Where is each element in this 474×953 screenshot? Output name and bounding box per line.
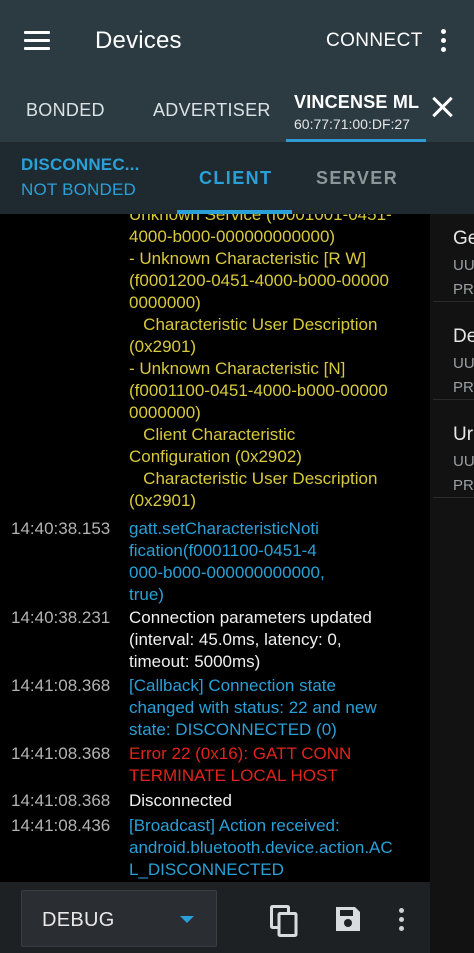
- dropdown-arrow-icon: [180, 916, 194, 923]
- log-message: [Callback] Connection state changed with…: [129, 676, 377, 739]
- list-item-title: Ur: [453, 424, 474, 445]
- log-level-select[interactable]: DEBUG: [21, 890, 217, 947]
- list-item-uuid: UU: [453, 355, 474, 372]
- hamburger-menu-icon[interactable]: [24, 31, 50, 51]
- log-message: gatt.setCharacteristicNoti fication(f000…: [129, 519, 325, 604]
- close-icon[interactable]: [430, 95, 454, 119]
- tab-device[interactable]: VINCENSE ML 60:77:71:00:DF:27: [286, 90, 436, 142]
- list-item-type: PR: [453, 379, 474, 396]
- save-icon[interactable]: [334, 905, 362, 933]
- log-panel[interactable]: Unknown Service (f0001001-0451- 4000-b00…: [0, 214, 430, 882]
- log-timestamp: 14:41:08.368: [11, 791, 111, 810]
- list-item[interactable]: Ge UU PR: [433, 214, 474, 302]
- log-toolbar: DEBUG: [0, 882, 430, 953]
- list-item-uuid: UU: [453, 257, 474, 274]
- device-name: VINCENSE ML: [294, 92, 420, 112]
- tab-bonded[interactable]: BONDED: [26, 100, 105, 121]
- log-timestamp: 14:41:08.436: [11, 816, 111, 835]
- log-message: Disconnected: [129, 791, 233, 810]
- list-item[interactable]: Ur UU PR: [433, 410, 474, 498]
- log-message: Connection parameters updated (interval:…: [129, 608, 372, 671]
- log-level-value: DEBUG: [42, 909, 115, 931]
- list-item-title: Ge: [453, 228, 474, 249]
- copy-icon[interactable]: [270, 905, 298, 937]
- log-timestamp: 14:40:38.153: [11, 519, 111, 538]
- list-item-uuid: UU: [453, 453, 474, 470]
- list-item-title: De: [453, 326, 474, 347]
- device-tabs: BONDED ADVERTISER VINCENSE ML 60:77:71:0…: [0, 82, 474, 142]
- log-timestamp: 14:41:08.368: [11, 744, 111, 763]
- app-bar: Devices CONNECT: [0, 0, 474, 82]
- page-title: Devices: [95, 27, 182, 54]
- overflow-menu-icon[interactable]: [438, 29, 450, 53]
- list-item-type: PR: [453, 281, 474, 298]
- device-address: 60:77:71:00:DF:27: [294, 116, 410, 132]
- tab-client[interactable]: CLIENT: [199, 168, 272, 189]
- tab-advertiser[interactable]: ADVERTISER: [153, 100, 271, 121]
- log-message: [Broadcast] Action received: android.blu…: [129, 816, 393, 879]
- tab-server[interactable]: SERVER: [316, 168, 398, 189]
- server-list-peek: Ge UU PR De UU PR Ur UU PR: [430, 214, 474, 953]
- bond-status: NOT BONDED: [21, 180, 137, 199]
- log-timestamp: 14:41:08.368: [11, 676, 111, 695]
- more-options-icon[interactable]: [397, 908, 407, 932]
- connection-status: DISCONNEC...: [21, 155, 140, 174]
- list-item[interactable]: De UU PR: [433, 312, 474, 400]
- log-message: Unknown Service (f0001001-0451- 4000-b00…: [129, 214, 392, 510]
- log-message: Error 22 (0x16): GATT CONN TERMINATE LOC…: [129, 744, 352, 785]
- list-item-type: PR: [453, 477, 474, 494]
- connect-button[interactable]: CONNECT: [318, 28, 431, 54]
- connection-subbar: DISCONNEC... NOT BONDED CLIENT SERVER: [0, 142, 474, 214]
- log-timestamp: 14:40:38.231: [11, 608, 111, 627]
